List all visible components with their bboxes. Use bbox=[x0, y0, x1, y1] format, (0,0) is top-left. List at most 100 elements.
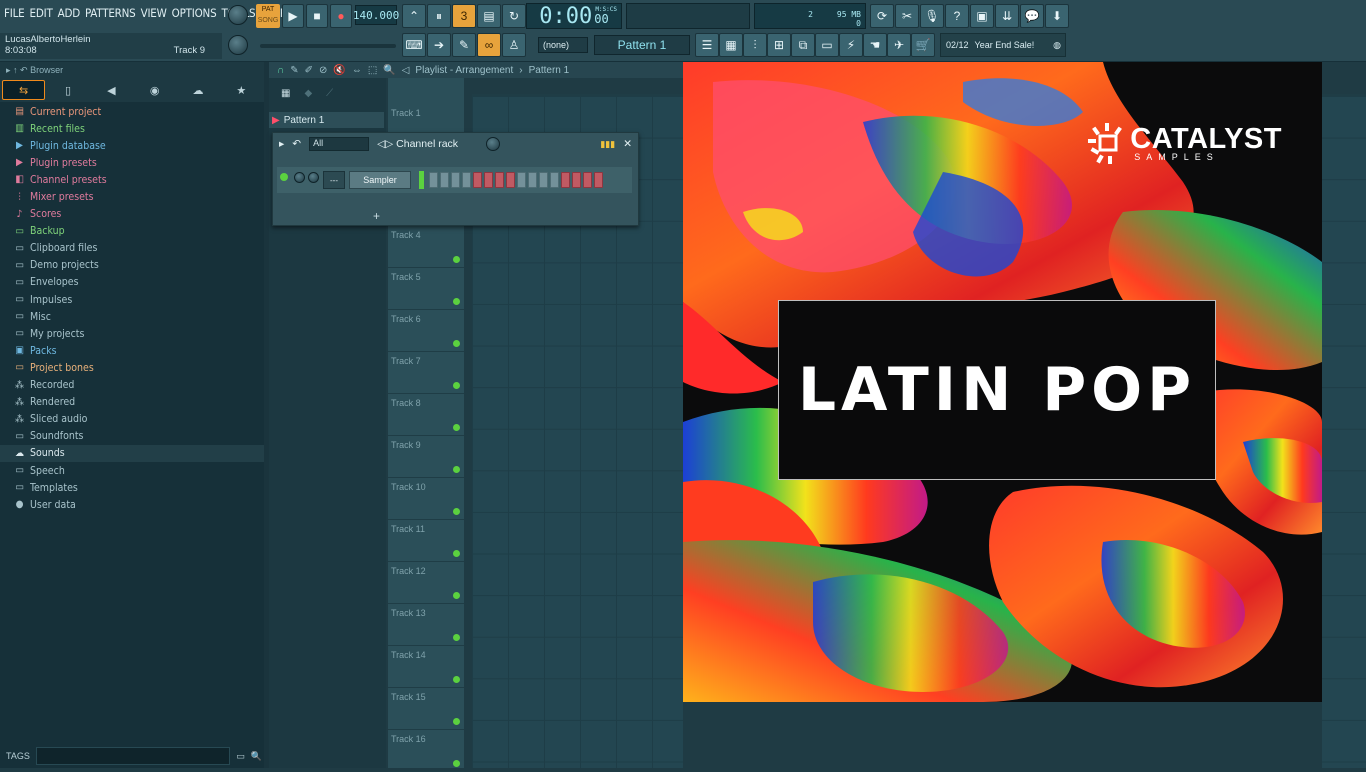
draw-tool-button[interactable]: ✎ bbox=[452, 33, 476, 57]
playlist-grid-right[interactable] bbox=[1322, 96, 1366, 768]
snap-select[interactable]: (none) bbox=[538, 37, 588, 53]
track-header[interactable]: Track 13 bbox=[388, 606, 464, 646]
browser-item-project-bones[interactable]: ▭ Project bones bbox=[0, 359, 264, 376]
stop-button[interactable]: ■ bbox=[306, 4, 328, 28]
swing-knob[interactable] bbox=[486, 137, 501, 151]
browser-item-sliced-audio[interactable]: ⁂ Sliced audio bbox=[0, 411, 264, 428]
browser-item-plugin-presets[interactable]: ▶ Plugin presets bbox=[0, 154, 264, 171]
stamp-button[interactable]: ♙ bbox=[502, 33, 526, 57]
track-header[interactable]: Track 7 bbox=[388, 354, 464, 394]
track-header[interactable]: Track 8 bbox=[388, 396, 464, 436]
tab-all[interactable]: ⇆ bbox=[2, 80, 46, 100]
step-button[interactable] bbox=[506, 172, 515, 188]
master-volume-knob[interactable] bbox=[228, 5, 248, 25]
filter-select[interactable]: All bbox=[309, 137, 370, 151]
search-icon[interactable]: 🔍 bbox=[251, 751, 262, 762]
folder-icon[interactable]: ▭ bbox=[236, 751, 245, 762]
speaker-icon[interactable]: ◁ bbox=[402, 65, 410, 76]
export-button[interactable]: ⇊ bbox=[995, 4, 1019, 28]
track-enable-led[interactable] bbox=[453, 760, 460, 767]
step-button[interactable] bbox=[539, 172, 548, 188]
menu-file[interactable]: FILE bbox=[4, 6, 25, 20]
piano-icon[interactable]: ▦ bbox=[281, 88, 290, 106]
shop-button[interactable]: 🛒 bbox=[911, 33, 935, 57]
step-button[interactable] bbox=[594, 172, 603, 188]
track-enable-led[interactable] bbox=[453, 466, 460, 473]
mute-icon[interactable]: 🔇 bbox=[333, 65, 345, 76]
automation-icon[interactable]: ⟋ bbox=[326, 88, 333, 106]
arrow-icon[interactable]: ▸ bbox=[279, 138, 284, 150]
channel-button[interactable]: Sampler bbox=[349, 171, 411, 189]
track-header[interactable]: Track 12 bbox=[388, 564, 464, 604]
slip-icon[interactable]: ⇔ bbox=[352, 65, 362, 76]
hint-button[interactable]: ✈ bbox=[887, 33, 911, 57]
step-button[interactable] bbox=[451, 172, 460, 188]
step-button[interactable] bbox=[561, 172, 570, 188]
browser-item-plugin-database[interactable]: ▶ Plugin database bbox=[0, 137, 264, 154]
download-button[interactable]: ⬇ bbox=[1045, 4, 1069, 28]
track-enable-led[interactable] bbox=[453, 550, 460, 557]
track-enable-led[interactable] bbox=[453, 424, 460, 431]
step-button[interactable] bbox=[484, 172, 493, 188]
touch-keyboard-button[interactable]: ☚ bbox=[863, 33, 887, 57]
browser-item-backup[interactable]: ▭ Backup bbox=[0, 223, 264, 240]
help-button[interactable]: ? bbox=[945, 4, 969, 28]
browser-item-sounds[interactable]: ☁ Sounds bbox=[0, 444, 264, 462]
step-button[interactable] bbox=[462, 172, 471, 188]
loop-record-button[interactable]: ↻ bbox=[502, 4, 526, 28]
browser-item-impulses[interactable]: ▭ Impulses bbox=[0, 291, 264, 308]
browser-item-packs[interactable]: ▣ Packs bbox=[0, 342, 264, 359]
track-enable-led[interactable] bbox=[453, 676, 460, 683]
magnet-icon[interactable]: ∩ bbox=[277, 65, 284, 76]
play-button[interactable]: ▶ bbox=[282, 4, 304, 28]
zoom-icon[interactable]: 🔍 bbox=[383, 65, 395, 76]
pan-knob[interactable] bbox=[294, 172, 305, 183]
step-button[interactable] bbox=[517, 172, 526, 188]
track-header[interactable]: Track 5 bbox=[388, 270, 464, 310]
browser-item-clipboard-files[interactable]: ▭ Clipboard files bbox=[0, 240, 264, 257]
delete-icon[interactable]: ⊘ bbox=[319, 65, 327, 76]
step-edit-button[interactable]: ▤ bbox=[477, 4, 501, 28]
mixer-button[interactable]: ⫶ bbox=[743, 33, 767, 57]
tab-project[interactable]: ▯ bbox=[47, 80, 88, 100]
browser-item-demo-projects[interactable]: ▭ Demo projects bbox=[0, 257, 264, 274]
menu-patterns[interactable]: PATTERNS bbox=[85, 6, 136, 20]
track-enable-led[interactable] bbox=[453, 592, 460, 599]
playlist-button[interactable]: ☰ bbox=[695, 33, 719, 57]
link-button[interactable]: ∞ bbox=[477, 33, 501, 57]
track-header[interactable]: Track 9 bbox=[388, 438, 464, 478]
step-button[interactable] bbox=[572, 172, 581, 188]
pattern-item[interactable]: ▶ Pattern 1 bbox=[269, 112, 384, 128]
browser-item-envelopes[interactable]: ▭ Envelopes bbox=[0, 274, 264, 291]
wait-input-button[interactable]: ⏸ bbox=[427, 4, 451, 28]
step-button[interactable] bbox=[550, 172, 559, 188]
metronome-button[interactable]: ⌃ bbox=[402, 4, 426, 28]
record-button[interactable]: ● bbox=[330, 4, 352, 28]
browser-item-speech[interactable]: ▭ Speech bbox=[0, 462, 264, 479]
track-enable-led[interactable] bbox=[453, 256, 460, 263]
arrow-button[interactable]: ➔ bbox=[427, 33, 451, 57]
step-button[interactable] bbox=[495, 172, 504, 188]
browser-item-current-project[interactable]: ▤ Current project bbox=[0, 103, 264, 120]
chat-button[interactable]: 💬 bbox=[1020, 4, 1044, 28]
track-enable-led[interactable] bbox=[453, 508, 460, 515]
browser-item-my-projects[interactable]: ▭ My projects bbox=[0, 325, 264, 342]
graph-icon[interactable]: ▮▮▮ bbox=[600, 139, 615, 150]
master-pitch-knob[interactable] bbox=[228, 35, 248, 55]
pattern-selector[interactable]: Pattern 1 bbox=[594, 35, 690, 55]
step-button[interactable] bbox=[528, 172, 537, 188]
pencil-icon[interactable]: ✎ bbox=[290, 65, 298, 76]
volume-knob[interactable] bbox=[308, 172, 319, 183]
hint-bar[interactable]: 02/12 Year End Sale! ◍ bbox=[940, 33, 1066, 57]
add-channel-button[interactable]: + bbox=[373, 209, 380, 223]
track-enable-led[interactable] bbox=[453, 718, 460, 725]
countdown-button[interactable]: 3 bbox=[452, 4, 476, 28]
tab-favorites[interactable]: ★ bbox=[221, 80, 262, 100]
menu-edit[interactable]: EDIT bbox=[30, 6, 53, 20]
browser-item-recorded[interactable]: ⁂ Recorded bbox=[0, 377, 264, 394]
browser-item-recent-files[interactable]: ▥ Recent files bbox=[0, 120, 264, 137]
browser-item-mixer-presets[interactable]: ⫶ Mixer presets bbox=[0, 188, 264, 205]
undo-history-button[interactable]: ⟳ bbox=[870, 4, 894, 28]
channel-rack-button[interactable]: ▦ bbox=[719, 33, 743, 57]
browser-item-misc[interactable]: ▭ Misc bbox=[0, 308, 264, 325]
